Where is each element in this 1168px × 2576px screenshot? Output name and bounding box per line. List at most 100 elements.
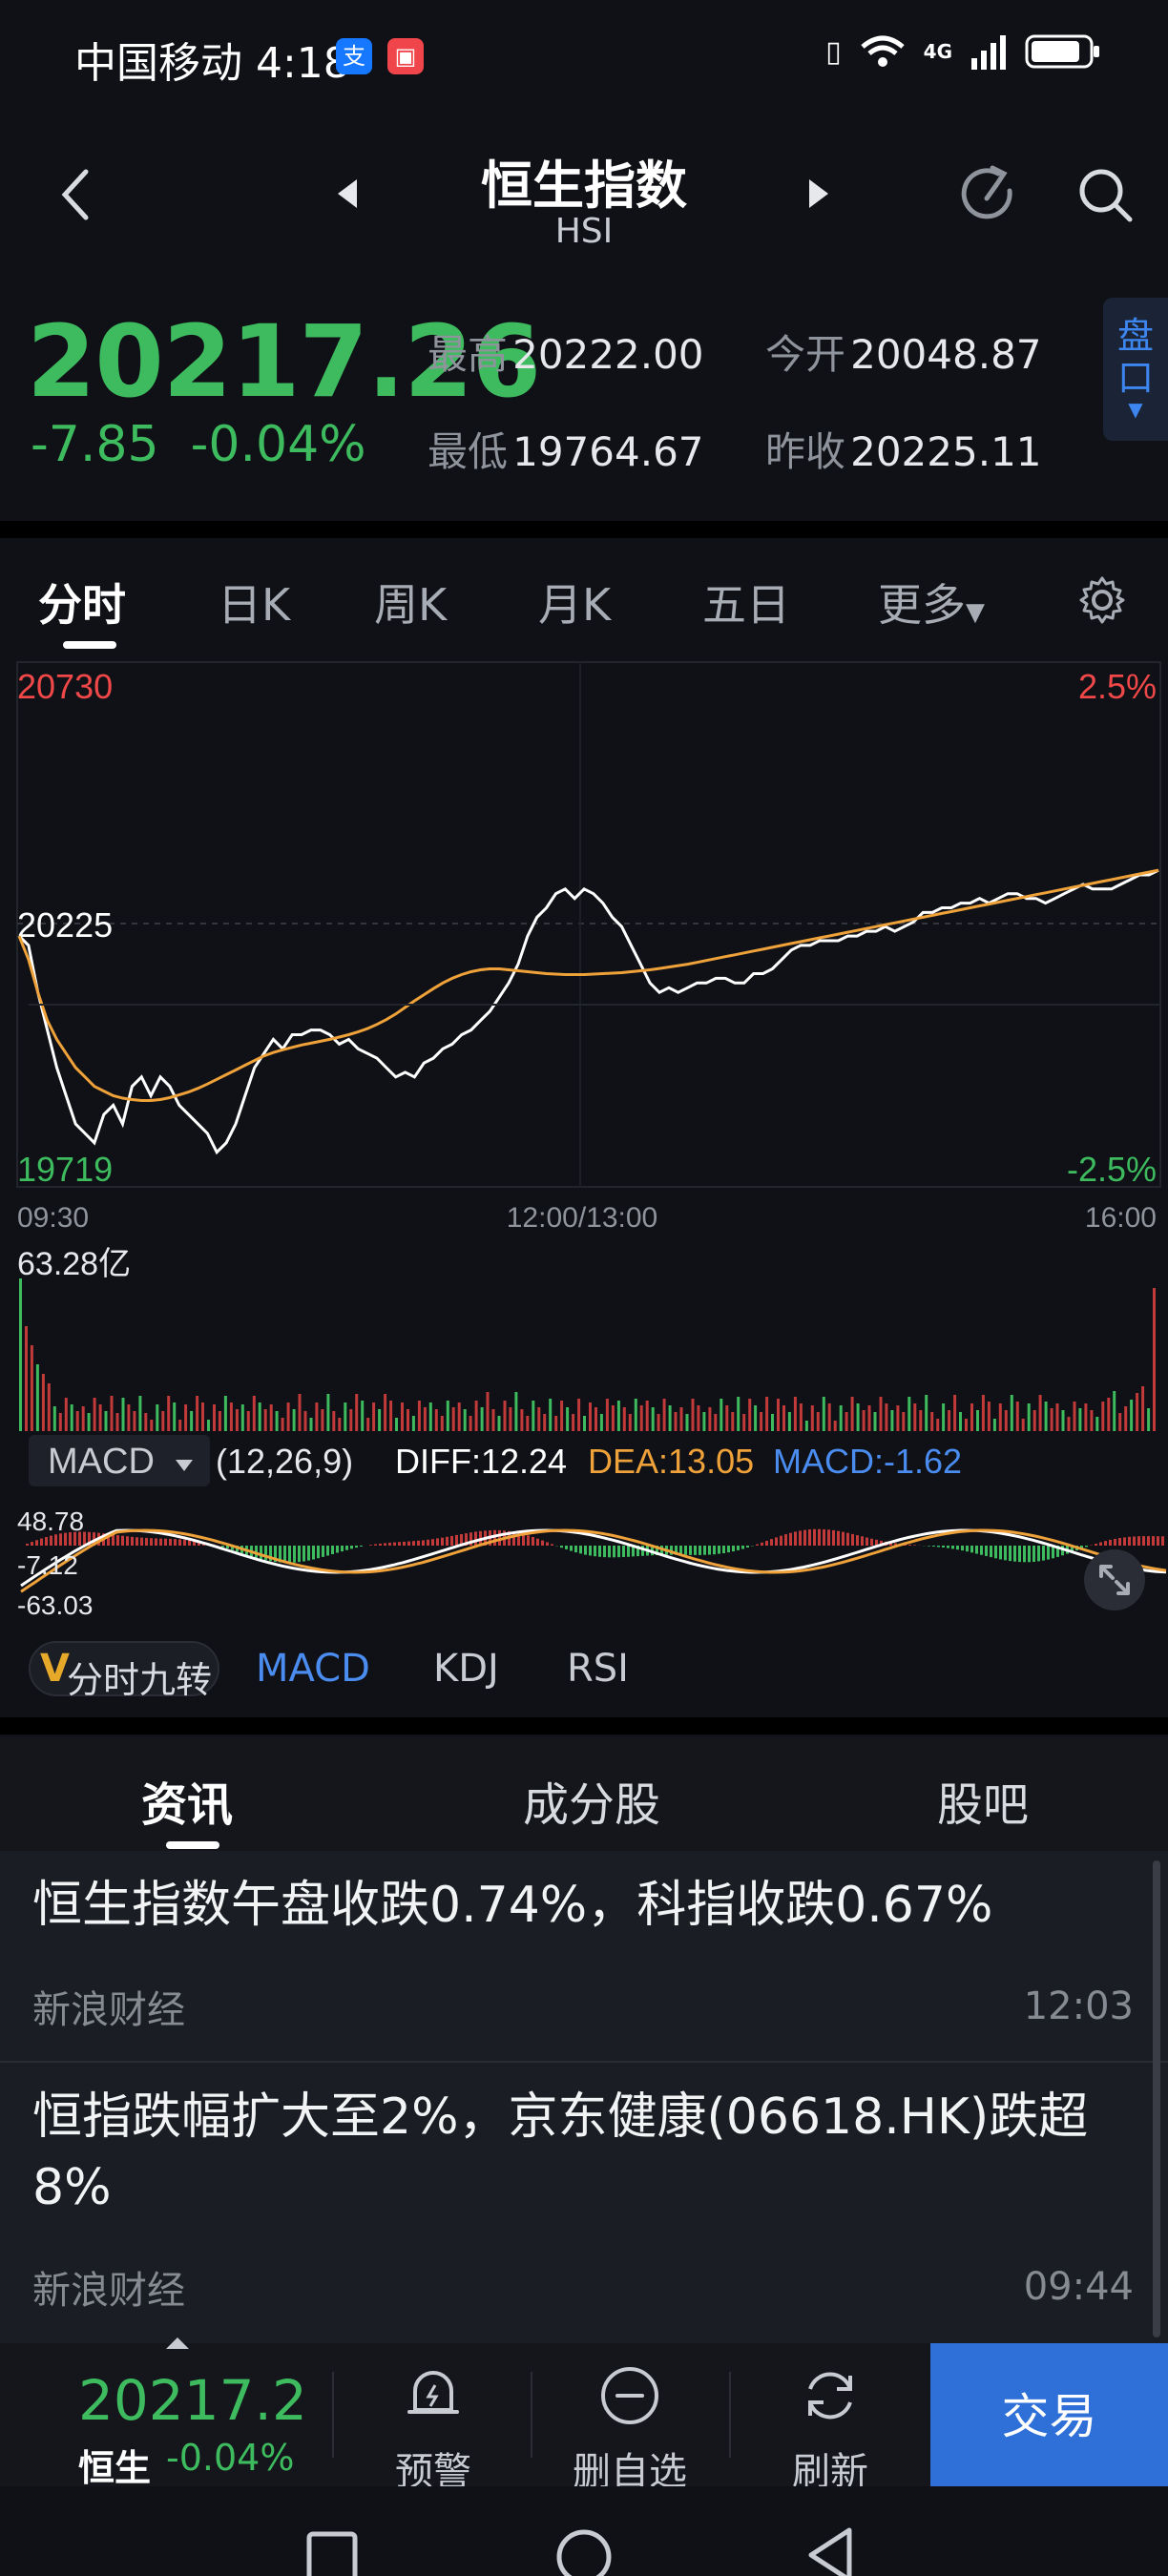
- minus-circle-icon: [601, 2367, 658, 2424]
- remove-watchlist-button[interactable]: 删自选: [553, 2364, 706, 2496]
- macd-bar: [789, 1532, 792, 1546]
- macd-bar: [756, 1544, 759, 1546]
- nine-turn-toggle[interactable]: V 分时九转: [29, 1641, 219, 1701]
- macd-bar: [708, 1546, 711, 1555]
- tab-five-day[interactable]: 五日: [702, 571, 790, 634]
- volume-bar: [804, 1421, 808, 1431]
- tab-daily-k[interactable]: 日K: [218, 571, 290, 634]
- intraday-chart[interactable]: 20730 20225 19719 2.5% -2.5% 09:30 12:00…: [0, 658, 1168, 1622]
- volume-bar: [965, 1419, 968, 1431]
- recent-apps-icon[interactable]: [305, 2530, 359, 2576]
- tab-more[interactable]: 更多▼: [878, 571, 985, 634]
- volume-bar: [303, 1411, 307, 1431]
- settings-gear-icon[interactable]: [1076, 574, 1128, 626]
- macd-bar: [131, 1536, 134, 1546]
- news-item[interactable]: 恒指跌幅扩大至2%，京东健康(06618.HK)跌超8% 新浪财经 09:44: [0, 2063, 1168, 2343]
- volume-bar: [207, 1420, 210, 1431]
- news-title: 恒指跌幅扩大至2%，京东健康(06618.HK)跌超8%: [32, 2088, 1089, 2216]
- volume-bar: [110, 1396, 114, 1431]
- macd-bar: [422, 1540, 425, 1546]
- mini-price[interactable]: 20217.2: [78, 2368, 307, 2433]
- macd-bar: [145, 1537, 148, 1546]
- macd-bar: [455, 1534, 458, 1546]
- macd-bar: [1009, 1546, 1012, 1562]
- macd-bar: [990, 1546, 992, 1558]
- volume-bar: [115, 1413, 119, 1431]
- macd-bar: [1114, 1538, 1116, 1546]
- previous-index-icon[interactable]: [336, 177, 359, 210]
- macd-bar: [312, 1546, 315, 1560]
- macd-bar: [603, 1546, 606, 1558]
- macd-bar: [536, 1538, 539, 1546]
- volume-bar: [389, 1401, 393, 1431]
- next-index-icon[interactable]: [807, 177, 830, 210]
- volume-bar: [240, 1404, 244, 1431]
- refresh-button[interactable]: 刷新: [754, 2364, 907, 2496]
- macd-bar: [851, 1533, 854, 1546]
- news-item[interactable]: 恒生指数午盘收跌0.74%，科指收跌0.67% 新浪财经 12:03: [0, 1851, 1168, 2061]
- volume-bar: [417, 1401, 421, 1431]
- macd-bar: [737, 1546, 740, 1550]
- volume-bar: [959, 1412, 962, 1431]
- macd-bar: [31, 1542, 33, 1546]
- indicator-tab-kdj[interactable]: KDJ: [433, 1647, 499, 1691]
- macd-bar: [980, 1546, 983, 1555]
- volume-bar: [349, 1409, 353, 1431]
- volume-bar: [64, 1398, 68, 1431]
- tab-weekly-k[interactable]: 周K: [374, 571, 447, 634]
- macd-bar: [1133, 1536, 1136, 1546]
- macd-bar: [1157, 1536, 1159, 1546]
- volume-bar: [902, 1412, 906, 1431]
- volume-bar: [839, 1405, 843, 1431]
- indicator-tab-macd[interactable]: MACD: [256, 1647, 370, 1691]
- news-tabs: 资讯 成分股 股吧: [0, 1736, 1168, 1851]
- back-icon[interactable]: [57, 166, 95, 223]
- tab-intraday[interactable]: 分时: [38, 571, 126, 634]
- order-book-button[interactable]: 盘口 ▼: [1103, 298, 1168, 441]
- open-stat: 今开 20048.87: [765, 322, 1042, 381]
- tab-news[interactable]: 资讯: [141, 1767, 233, 1834]
- search-icon[interactable]: [1073, 162, 1139, 229]
- macd-bar: [694, 1546, 697, 1555]
- scrollbar[interactable]: [1153, 1860, 1160, 2337]
- volume-bar: [213, 1404, 216, 1431]
- volume-bar: [657, 1414, 660, 1431]
- volume-bar: [47, 1383, 51, 1431]
- prev-close-value: 20225.11: [850, 428, 1042, 475]
- macd-bar: [584, 1546, 587, 1555]
- home-icon[interactable]: [553, 2526, 615, 2576]
- volume-bar: [543, 1414, 547, 1431]
- volume-bar: [725, 1405, 729, 1431]
- fullscreen-button[interactable]: [1084, 1549, 1145, 1610]
- macd-bar: [293, 1546, 296, 1563]
- change-percent: -0.04%: [190, 416, 366, 473]
- macd-bar: [26, 1544, 29, 1546]
- tab-forum[interactable]: 股吧: [937, 1767, 1029, 1834]
- volume-bar: [326, 1394, 330, 1431]
- tab-monthly-k[interactable]: 月K: [538, 571, 611, 634]
- tab-constituents[interactable]: 成分股: [523, 1767, 660, 1834]
- macd-bar: [360, 1546, 363, 1547]
- volume-bar: [526, 1416, 530, 1431]
- volume-bar: [1118, 1413, 1122, 1431]
- trade-button[interactable]: 交易: [930, 2343, 1168, 2490]
- volume-bar: [616, 1401, 620, 1431]
- order-book-label: 盘口: [1116, 315, 1154, 399]
- back-nav-icon[interactable]: [803, 2526, 857, 2576]
- volume-bar: [708, 1407, 712, 1431]
- volume-bar: [1078, 1408, 1082, 1431]
- volume-bar: [992, 1419, 996, 1431]
- macd-bar: [398, 1542, 401, 1546]
- macd-bar: [450, 1535, 453, 1546]
- macd-bar: [532, 1537, 534, 1546]
- system-nav-bar: [0, 2486, 1168, 2576]
- alert-button[interactable]: 预警: [357, 2364, 510, 2496]
- volume-bar: [434, 1409, 438, 1431]
- macd-series-group: [20, 1528, 1167, 1593]
- volume-bar: [754, 1405, 758, 1431]
- indicator-tab-rsi[interactable]: RSI: [567, 1647, 629, 1691]
- refresh-icon[interactable]: [954, 162, 1021, 229]
- volume-bar: [1153, 1288, 1156, 1431]
- active-tab-indicator: [63, 641, 116, 649]
- macd-bar: [150, 1538, 153, 1546]
